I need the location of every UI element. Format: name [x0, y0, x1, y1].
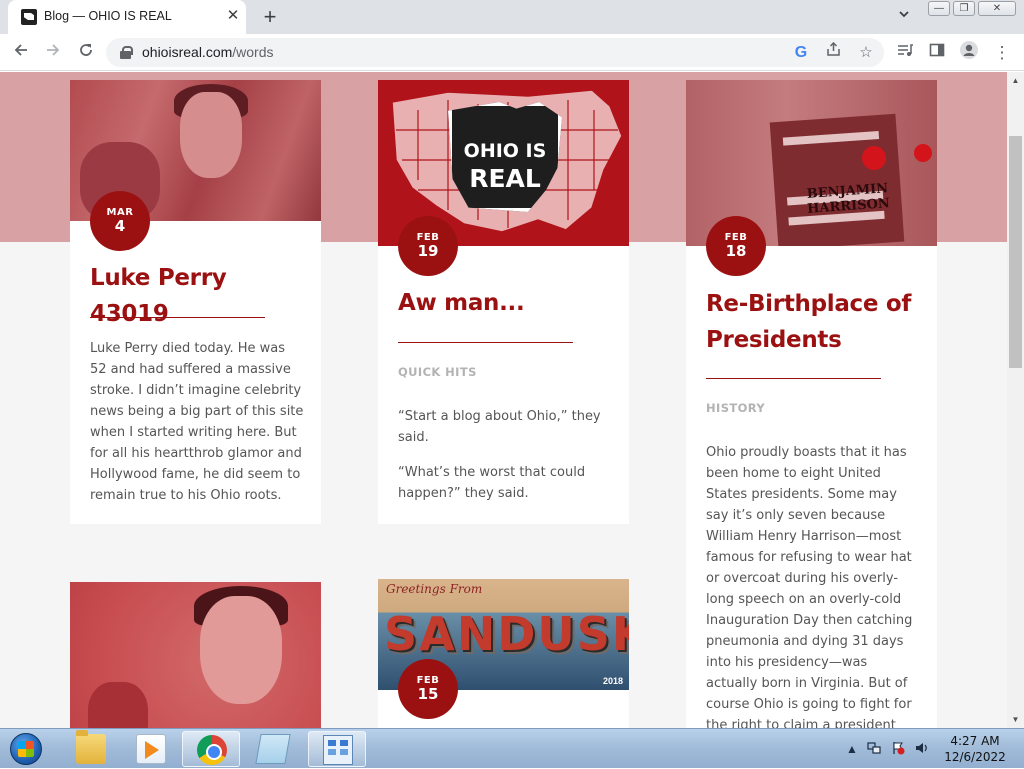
post-title[interactable]: Aw man... [398, 285, 618, 321]
book-illustration [769, 113, 905, 246]
google-lens-icon[interactable]: G [790, 42, 812, 64]
side-panel-icon[interactable] [924, 40, 950, 66]
page-viewport: MAR 4 Luke Perry 43019 Luke Perry died to… [0, 72, 1007, 728]
notepad-icon [255, 734, 291, 764]
post-date-badge: FEB 19 [398, 216, 458, 276]
post-card-4[interactable] [70, 582, 321, 728]
pin-icon [862, 146, 886, 170]
post-card-luke-perry[interactable]: MAR 4 Luke Perry 43019 Luke Perry died to… [70, 80, 321, 524]
start-button[interactable] [4, 731, 48, 767]
post-card-sandusky[interactable]: Greetings From SANDUSKY 2018 FEB15 [378, 579, 629, 728]
media-player-icon [136, 734, 166, 764]
volume-icon[interactable] [914, 741, 930, 757]
network-icon[interactable] [866, 741, 882, 757]
lock-icon[interactable] [120, 46, 133, 59]
reload-button[interactable] [73, 40, 99, 66]
post-excerpt: Ohio proudly boasts that it has been hom… [706, 445, 913, 728]
post-card-aw-man[interactable]: OHIO IS REAL FEB 19 Aw man... QUICK HITS … [378, 80, 629, 524]
close-tab-icon[interactable]: ✕ [224, 7, 242, 25]
media-controls-icon[interactable] [892, 40, 918, 66]
pin-icon [914, 144, 932, 162]
post-image-portrait[interactable] [70, 582, 321, 728]
ohio-favicon-icon [21, 9, 37, 25]
taskbar-notepad[interactable] [244, 731, 302, 767]
post-title[interactable]: Luke Perry 43019 [90, 260, 310, 332]
post-category[interactable]: HISTORY [706, 401, 765, 415]
title-divider [706, 378, 881, 379]
tab-title: Blog — OHIO IS REAL [44, 9, 172, 23]
system-clock[interactable]: 4:27 AM 12/6/2022 [938, 733, 1012, 765]
taskbar-explorer[interactable] [62, 730, 120, 767]
control-panel-icon [323, 735, 353, 765]
show-hidden-icons-icon[interactable]: ▲ [844, 741, 860, 757]
action-center-flag-icon[interactable] [890, 741, 906, 757]
forward-button[interactable] [40, 40, 66, 66]
scrollbar-thumb[interactable] [1009, 136, 1022, 368]
folder-icon [76, 730, 106, 764]
close-window-button[interactable]: ✕ [978, 1, 1016, 16]
share-icon[interactable] [822, 41, 844, 64]
tab-blog[interactable]: Blog — OHIO IS REAL ✕ [8, 0, 246, 34]
post-excerpt: “Start a blog about Ohio,” they said. “W… [398, 409, 601, 501]
post-card-re-birthplace[interactable]: BENJAMIN HARRISON FEB 18 Re-Birthplace of… [686, 80, 937, 728]
minimize-button[interactable]: — [928, 1, 950, 16]
post-category[interactable]: QUICK HITS [398, 365, 477, 379]
browser-toolbar: ohioisreal.com/words G ☆ ⋮ [0, 34, 1024, 71]
scroll-up-arrow-icon[interactable]: ▲ [1007, 72, 1024, 89]
post-title[interactable]: Re-Birthplace of Presidents [706, 286, 936, 358]
title-divider [90, 317, 265, 318]
post-excerpt: Luke Perry died today. He was 52 and had… [90, 341, 304, 503]
taskbar-chrome[interactable] [182, 731, 240, 767]
address-bar[interactable]: ohioisreal.com/words G ☆ [106, 38, 884, 67]
post-date-badge: MAR 4 [90, 191, 150, 251]
bookmark-star-icon[interactable]: ☆ [855, 42, 877, 64]
tab-strip: Blog — OHIO IS REAL ✕ + — ❐ ✕ [0, 0, 1024, 34]
post-date-badge: FEB 15 [398, 659, 458, 719]
tab-search-chevron-icon[interactable] [893, 7, 915, 27]
back-button[interactable] [8, 40, 34, 66]
chrome-menu-icon[interactable]: ⋮ [989, 40, 1015, 66]
profile-avatar-icon[interactable] [956, 40, 982, 66]
taskbar-media-player[interactable] [122, 731, 180, 767]
system-tray: ▲ 4:27 AM 12/6/2022 [842, 729, 1024, 769]
new-tab-button[interactable]: + [258, 5, 282, 29]
maximize-button[interactable]: ❐ [953, 1, 975, 16]
taskbar-control-panel[interactable] [308, 731, 366, 767]
windows-taskbar: ▲ 4:27 AM 12/6/2022 [0, 728, 1024, 768]
url-text[interactable]: ohioisreal.com/words [142, 44, 274, 60]
windows-logo-icon [18, 741, 34, 757]
page-scrollbar[interactable]: ▲ ▼ [1007, 72, 1024, 728]
scroll-down-arrow-icon[interactable]: ▼ [1007, 711, 1024, 728]
title-divider [398, 342, 573, 343]
chrome-icon [197, 735, 227, 765]
post-date-badge: FEB 18 [706, 216, 766, 276]
